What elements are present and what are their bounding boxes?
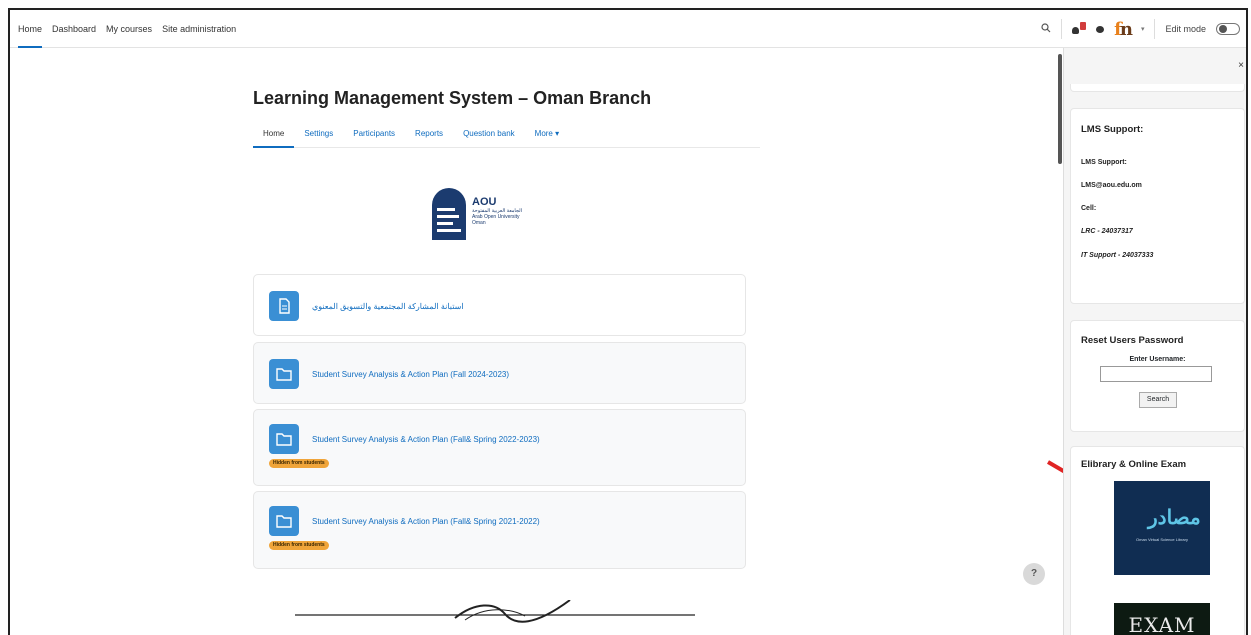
username-input[interactable] [1100, 366, 1212, 382]
folder-icon [269, 424, 299, 454]
chevron-down-icon[interactable]: ▾ [1141, 25, 1145, 33]
elibrary-title: Elibrary & Online Exam [1081, 459, 1187, 470]
browser-frame: Home Dashboard My courses Site administr… [8, 8, 1248, 635]
navbar-divider [1154, 19, 1156, 39]
block-drawer: × LMS Support: LMS Support: LMS@aou.edu.… [1063, 48, 1246, 635]
course-secondary-navigation: Home Settings Participants Reports Quest… [253, 120, 760, 148]
edit-mode-toggle[interactable] [1216, 23, 1240, 35]
masader-text: مصادر [1148, 507, 1201, 529]
hidden-from-students-badge: Hidden from students [269, 541, 329, 550]
support-email[interactable]: LMS@aou.edu.om [1081, 182, 1142, 189]
activity-link[interactable]: Student Survey Analysis & Action Plan (F… [312, 517, 540, 526]
activity-link[interactable]: Student Survey Analysis & Action Plan (F… [312, 370, 509, 379]
user-avatar[interactable]: fn [1114, 19, 1133, 40]
aou-logo-mark [432, 188, 466, 240]
tab-participants[interactable]: Participants [343, 120, 405, 147]
hidden-from-students-badge: Hidden from students [269, 459, 329, 468]
folder-icon [269, 359, 299, 389]
file-icon [269, 291, 299, 321]
support-line: LRC - 24037317 [1081, 228, 1133, 235]
main-content: Learning Management System – Oman Branch… [10, 48, 1058, 635]
username-label: Enter Username: [1129, 356, 1186, 363]
activity-card: Student Survey Analysis & Action Plan (F… [253, 491, 746, 569]
search-icon[interactable] [1041, 23, 1051, 35]
activity-card: استبانة المشاركة المجتمعية والتسويق المع… [253, 274, 746, 336]
lms-support-title: LMS Support: [1081, 124, 1144, 135]
main-scrollbar[interactable] [1058, 54, 1062, 164]
support-line: Cell: [1081, 205, 1097, 212]
masader-library-banner[interactable]: مصادر Oman Virtual Science Library [1114, 481, 1210, 575]
top-navbar: Home Dashboard My courses Site administr… [10, 10, 1246, 48]
activity-link[interactable]: Student Survey Analysis & Action Plan (F… [312, 435, 540, 444]
nav-dashboard[interactable]: Dashboard [52, 10, 96, 48]
logo-name: AOU [472, 196, 497, 208]
navbar-divider [1061, 19, 1063, 39]
decorative-divider [295, 600, 695, 623]
edit-mode-label: Edit mode [1165, 24, 1206, 34]
page-title: Learning Management System – Oman Branch [253, 88, 652, 108]
reset-password-title: Reset Users Password [1081, 335, 1184, 346]
tab-reports[interactable]: Reports [405, 120, 453, 147]
aou-logo: AOU الجامعة العربية المفتوحة Arab Open U… [432, 188, 562, 244]
close-drawer-icon[interactable]: × [1238, 60, 1244, 71]
navbar-right: fn ▾ Edit mode [1041, 10, 1240, 48]
primary-navigation: Home Dashboard My courses Site administr… [18, 10, 236, 48]
tab-more[interactable]: More ▾ [525, 120, 569, 147]
tab-settings[interactable]: Settings [294, 120, 343, 147]
messages-icon[interactable] [1096, 25, 1105, 33]
activity-link[interactable]: استبانة المشاركة المجتمعية والتسويق المع… [312, 302, 464, 311]
lms-support-block: LMS Support: LMS Support: LMS@aou.edu.om… [1070, 108, 1245, 304]
online-exam-banner[interactable]: EXAM [1114, 603, 1210, 635]
masader-subtitle: Oman Virtual Science Library [1136, 537, 1188, 542]
nav-my-courses[interactable]: My courses [106, 10, 152, 48]
activity-card: Student Survey Analysis & Action Plan (F… [253, 342, 746, 404]
support-line: IT Support - 24037333 [1081, 252, 1154, 259]
nav-site-administration[interactable]: Site administration [162, 10, 236, 48]
folder-icon [269, 506, 299, 536]
help-button[interactable]: ? [1023, 563, 1045, 585]
activity-card: Student Survey Analysis & Action Plan (F… [253, 409, 746, 486]
notification-bell-icon[interactable] [1072, 22, 1087, 36]
drawer-top-block [1070, 84, 1245, 92]
logo-country: Oman [472, 220, 486, 226]
tab-question-bank[interactable]: Question bank [453, 120, 525, 147]
search-button[interactable]: Search [1139, 392, 1177, 408]
tab-home[interactable]: Home [253, 120, 295, 148]
nav-home[interactable]: Home [18, 10, 43, 48]
support-line: LMS Support: [1081, 159, 1127, 166]
